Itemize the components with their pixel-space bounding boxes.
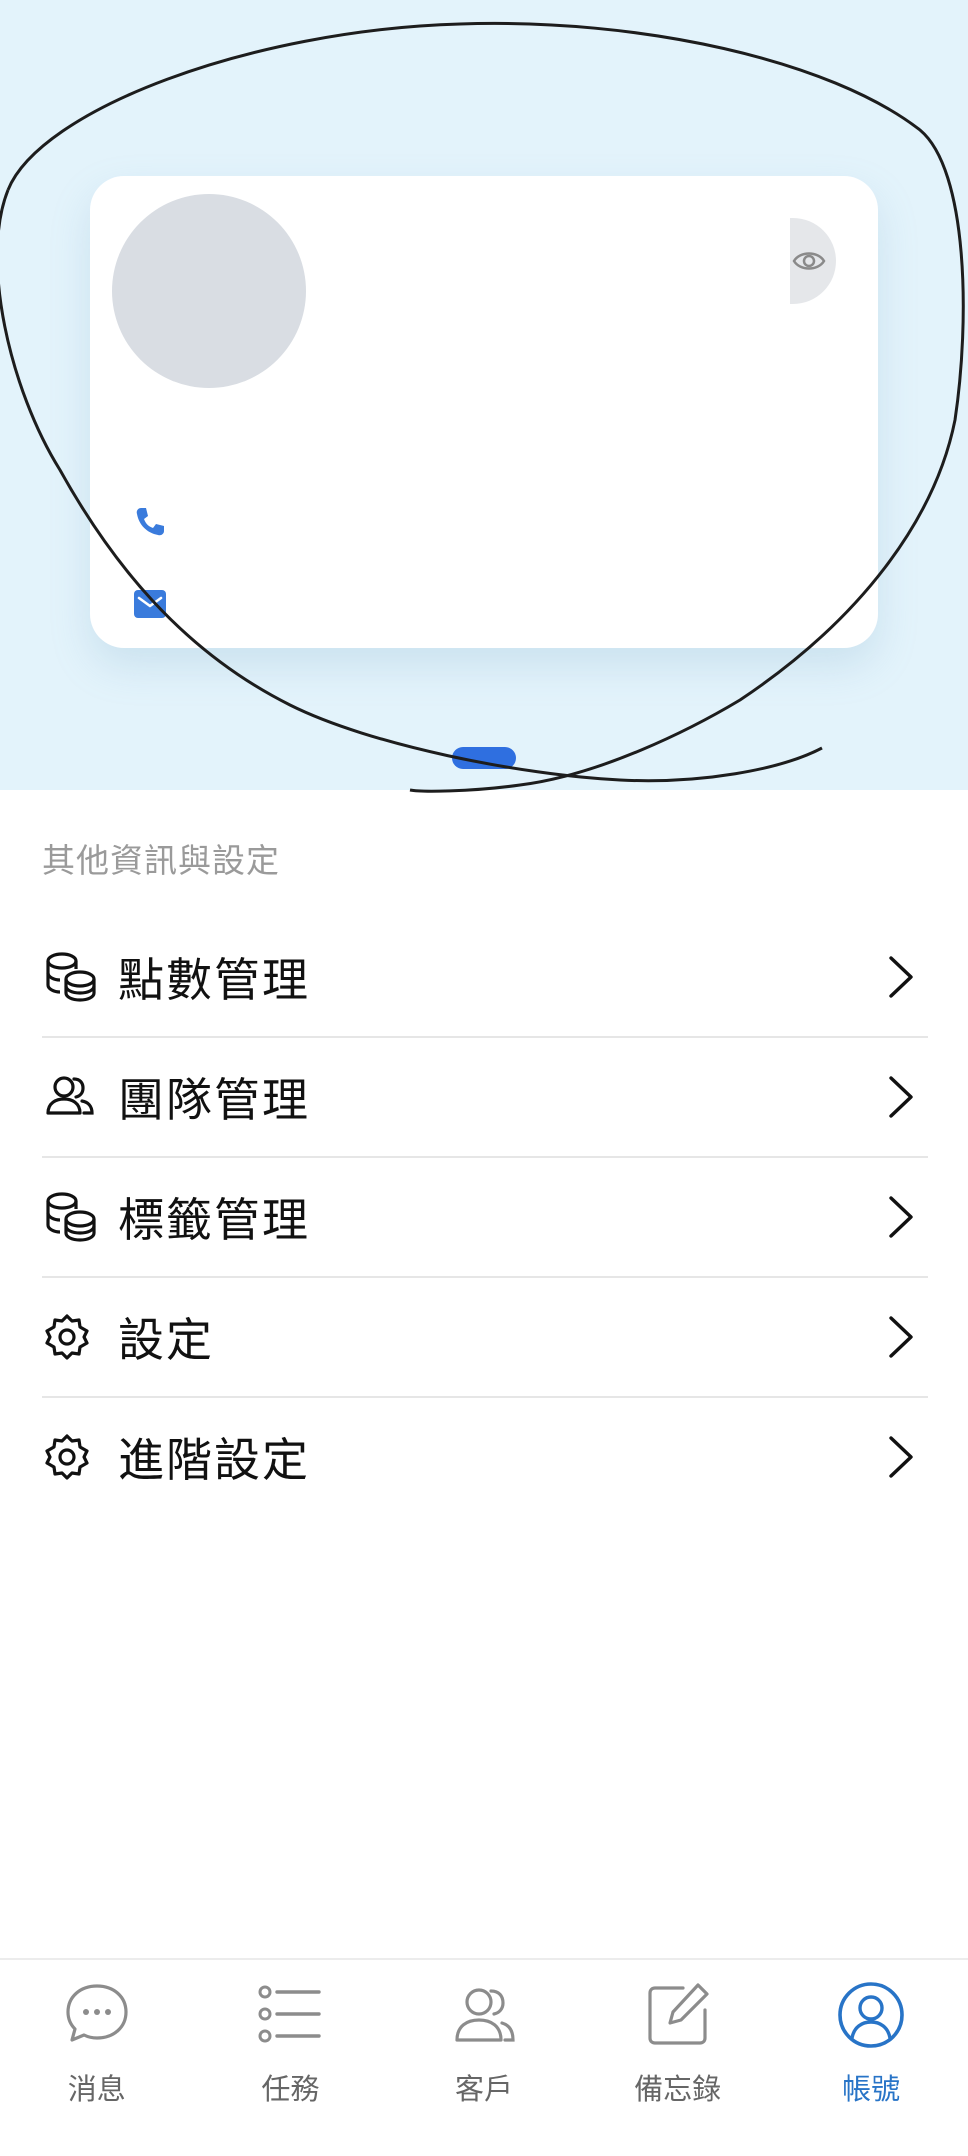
visibility-toggle-button[interactable]	[790, 218, 836, 304]
chevron-right-icon	[889, 956, 913, 998]
chevron-right-icon	[889, 1316, 913, 1358]
menu-item-label: 進階設定	[118, 1433, 310, 1487]
tab-tasks[interactable]: 任務	[194, 1960, 388, 2156]
tab-customers[interactable]: 客戶	[387, 1960, 581, 2156]
eye-icon	[792, 252, 826, 270]
settings-menu: 點數管理 團隊管理 標籤管理 設定 進階設定	[42, 918, 928, 1516]
menu-item-advanced-settings[interactable]: 進階設定	[42, 1398, 928, 1516]
profile-header	[0, 0, 968, 790]
tab-label: 消息	[67, 2072, 126, 2106]
tab-label: 任務	[261, 2072, 320, 2106]
menu-item-tags[interactable]: 標籤管理	[42, 1158, 928, 1278]
profile-card[interactable]	[90, 176, 878, 648]
carousel-indicator[interactable]	[452, 747, 516, 769]
account-icon	[838, 1982, 904, 2048]
gear-icon	[42, 1309, 98, 1365]
tab-label: 客戶	[454, 2072, 513, 2106]
menu-item-team[interactable]: 團隊管理	[42, 1038, 928, 1158]
chevron-right-icon	[889, 1076, 913, 1118]
menu-item-label: 標籤管理	[118, 1193, 310, 1247]
section-title: 其他資訊與設定	[42, 841, 280, 880]
menu-item-label: 點數管理	[118, 953, 310, 1007]
tab-label: 備忘錄	[634, 2072, 722, 2106]
menu-item-label: 團隊管理	[118, 1073, 310, 1127]
mail-icon[interactable]	[132, 586, 168, 622]
gear-icon	[42, 1429, 98, 1485]
phone-icon[interactable]	[132, 504, 168, 540]
chat-bubble-icon	[66, 1984, 128, 2042]
coins-icon	[42, 949, 98, 1005]
menu-item-points[interactable]: 點數管理	[42, 918, 928, 1038]
list-icon	[258, 1985, 322, 2043]
memo-edit-icon	[647, 1983, 709, 2045]
chevron-right-icon	[889, 1196, 913, 1238]
tab-messages[interactable]: 消息	[0, 1960, 194, 2156]
tab-memo[interactable]: 備忘錄	[581, 1960, 775, 2156]
team-icon	[42, 1069, 98, 1125]
bottom-tab-bar: 消息 任務 客戶 備忘錄 帳號	[0, 1958, 968, 2156]
chevron-right-icon	[889, 1436, 913, 1478]
menu-item-settings[interactable]: 設定	[42, 1278, 928, 1398]
avatar[interactable]	[112, 194, 306, 388]
tab-account[interactable]: 帳號	[774, 1960, 968, 2156]
coins-icon	[42, 1189, 98, 1245]
tab-label: 帳號	[842, 2072, 901, 2106]
account-page: 其他資訊與設定 點數管理 團隊管理 標籤管理 設定 進階設定 消息 任務 客戶 …	[0, 0, 968, 2156]
customers-icon	[455, 1988, 515, 2042]
menu-item-label: 設定	[118, 1313, 214, 1367]
